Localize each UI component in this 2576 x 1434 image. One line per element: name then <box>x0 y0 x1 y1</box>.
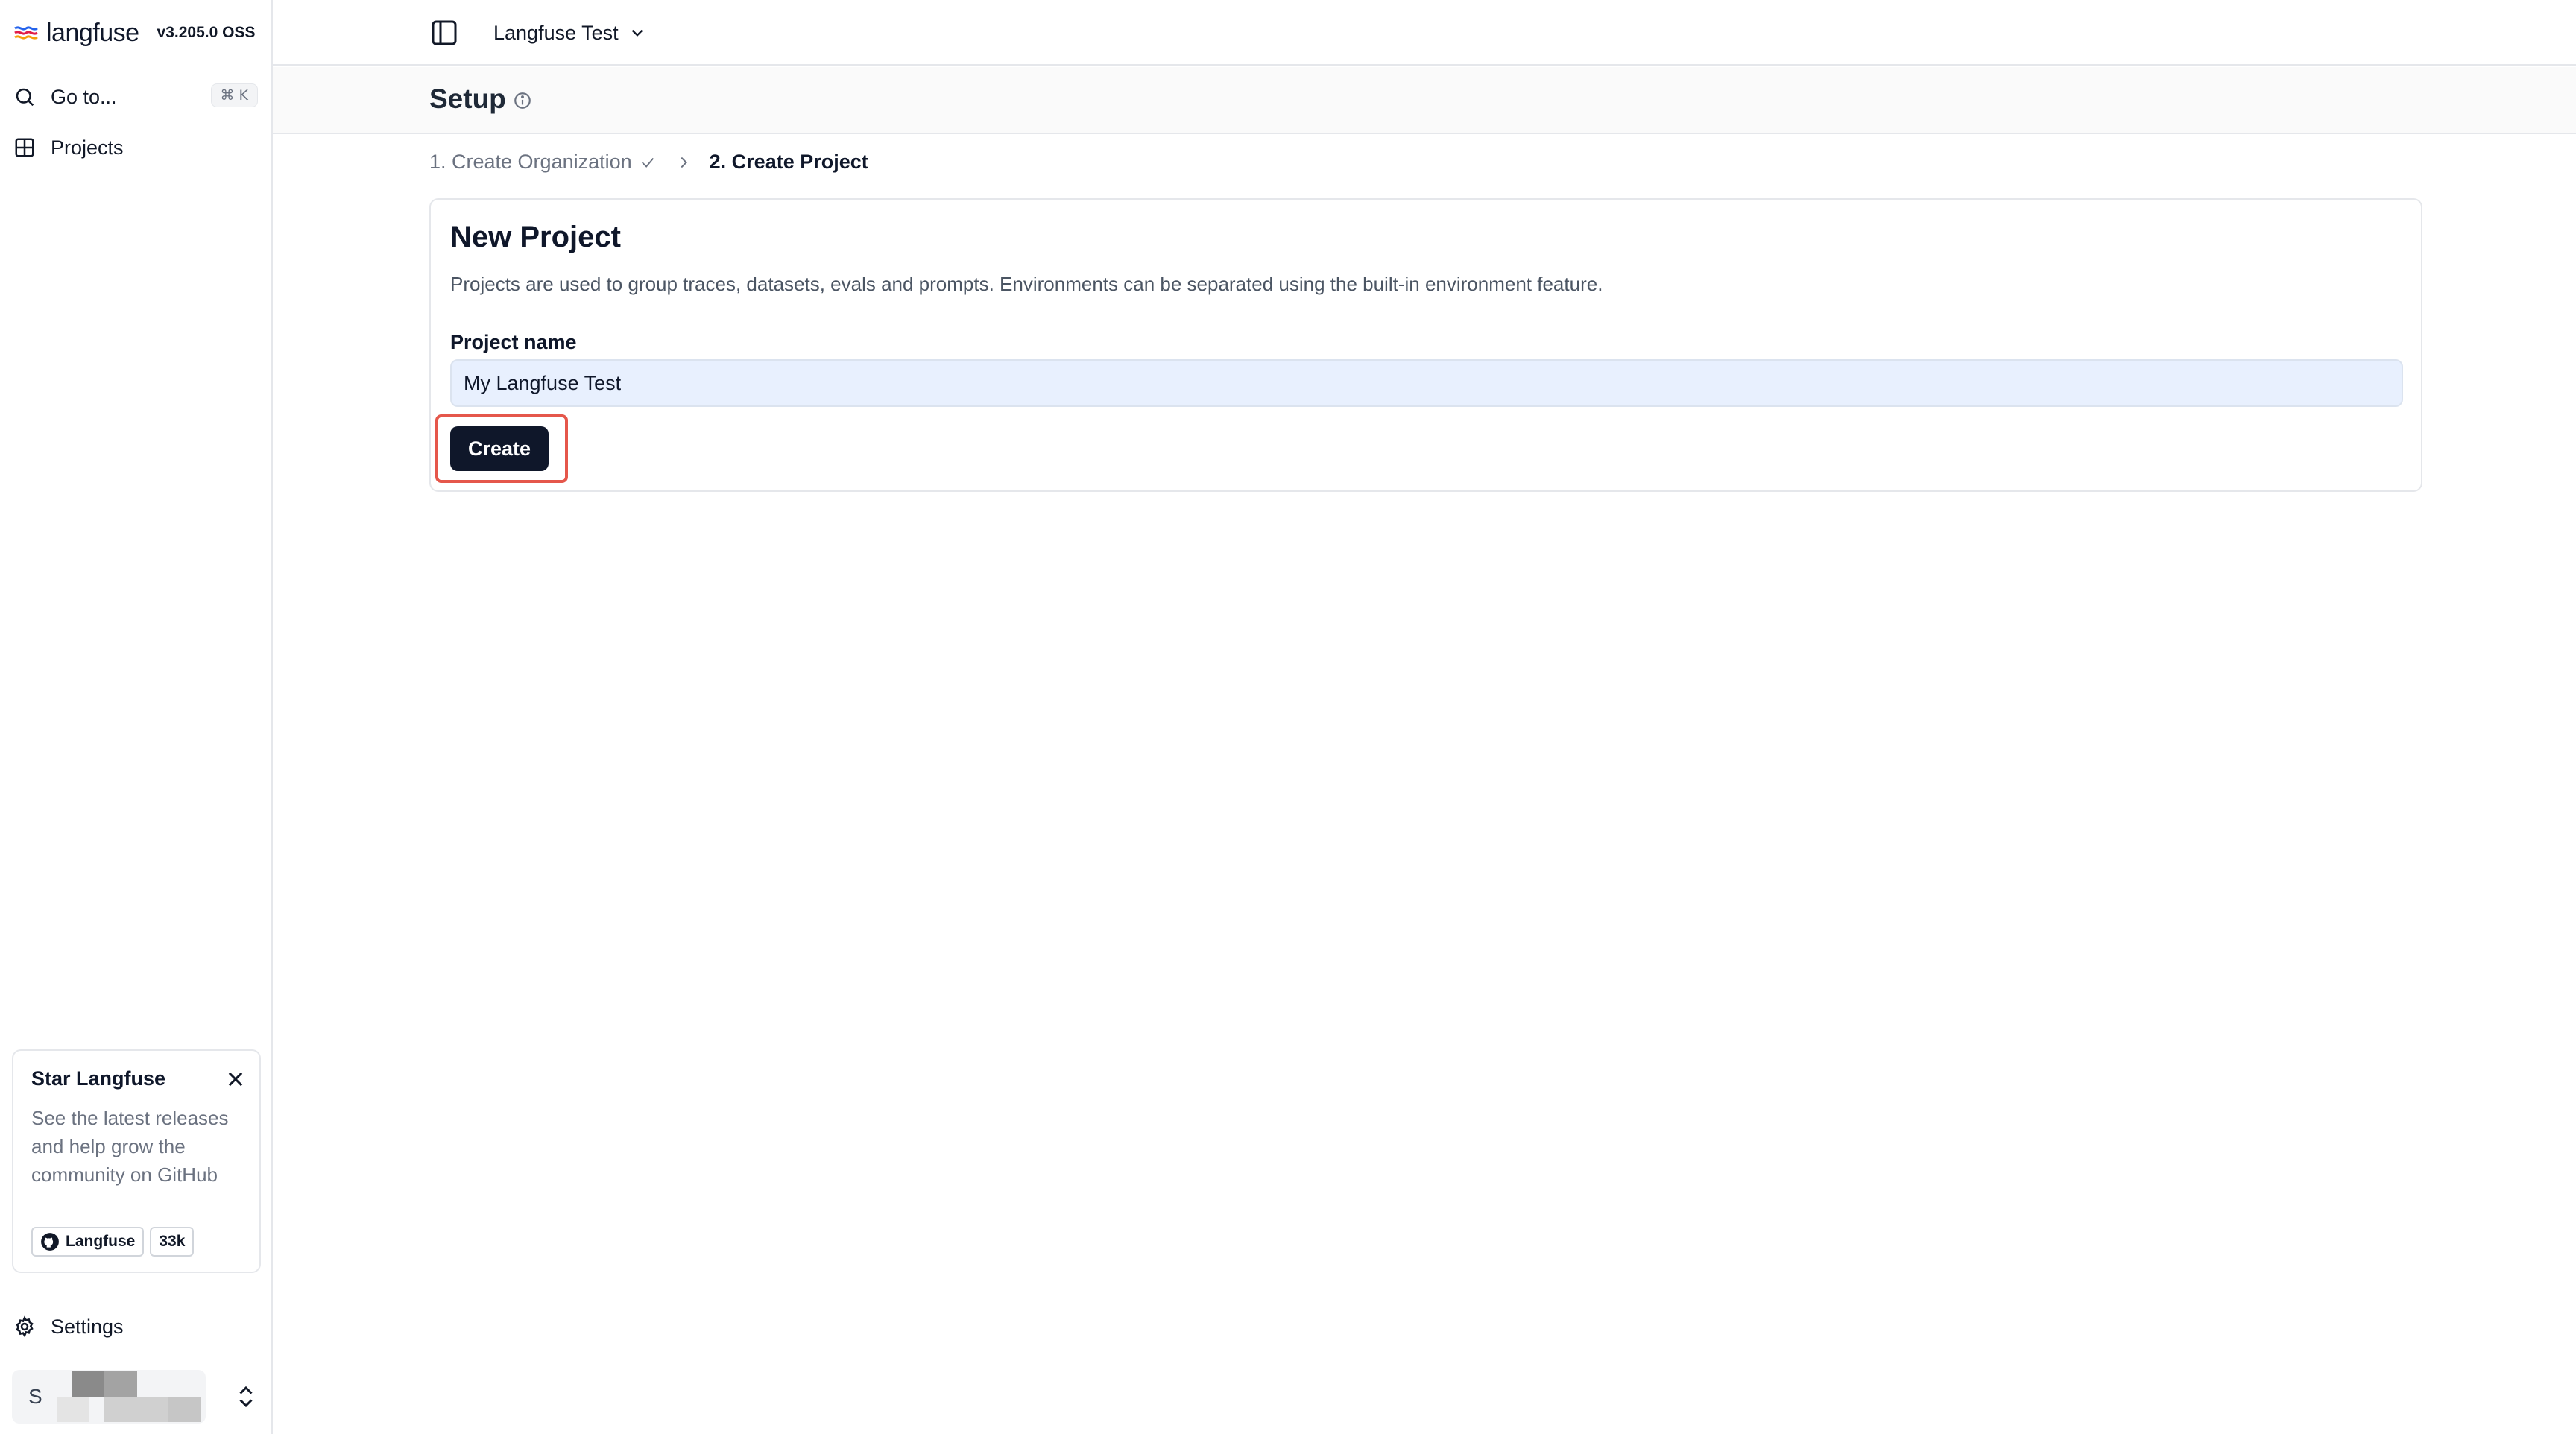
github-label: Langfuse <box>66 1233 136 1250</box>
chevron-down-icon <box>631 29 643 37</box>
brand[interactable]: langfuse v3.205.0 OSS <box>13 15 255 51</box>
sidebar-item-label: Projects <box>51 136 124 159</box>
avatar-initial: S <box>28 1385 42 1408</box>
project-name-label: Project name <box>450 331 577 353</box>
sidebar-item-label: Settings <box>51 1315 124 1338</box>
brand-name: langfuse <box>46 18 139 47</box>
new-project-card: New Project Projects are used to group t… <box>429 198 2422 492</box>
step-create-organization[interactable]: 1. Create Organization <box>429 151 632 174</box>
sidebar-item-settings[interactable]: Settings <box>13 1306 258 1348</box>
github-icon <box>41 1233 59 1251</box>
chevron-right-icon <box>681 157 687 168</box>
close-icon[interactable] <box>225 1069 246 1090</box>
github-star-button[interactable]: Langfuse <box>31 1227 145 1257</box>
card-description: Projects are used to group traces, datas… <box>450 273 1603 295</box>
sidebar-toggle-icon[interactable] <box>429 18 459 48</box>
version-badge: v3.205.0 OSS <box>157 24 256 41</box>
star-langfuse-card: Star Langfuse See the latest releases an… <box>12 1049 261 1273</box>
star-card-text: See the latest releases and help grow th… <box>31 1107 229 1186</box>
goto-search-button[interactable]: Go to... ⌘ K <box>13 76 258 118</box>
star-card-title: Star Langfuse <box>31 1067 166 1090</box>
card-title: New Project <box>450 221 621 253</box>
check-icon <box>641 157 654 168</box>
main-content: Langfuse Test Setup 1. Create Organizati… <box>273 0 2576 1434</box>
sidebar-item-projects[interactable]: Projects <box>13 127 258 168</box>
user-menu-button[interactable]: S <box>12 1370 259 1424</box>
github-star-widget: Langfuse 33k <box>31 1227 195 1257</box>
star-count[interactable]: 33k <box>150 1227 195 1257</box>
create-button[interactable]: Create <box>450 426 549 471</box>
project-name: Langfuse Test <box>493 21 619 44</box>
app-root: langfuse v3.205.0 OSS Go to... ⌘ K Proje… <box>0 0 2576 1434</box>
goto-label: Go to... <box>51 85 117 108</box>
grid-icon <box>15 138 34 157</box>
breadcrumb: 1. Create Organization 2. Create Project <box>429 151 868 174</box>
topbar: Langfuse Test <box>273 0 2576 66</box>
langfuse-logo-icon <box>14 26 38 40</box>
chevrons-up-down-icon <box>239 1386 253 1408</box>
page-title: Setup <box>429 83 506 114</box>
project-name-input[interactable] <box>450 359 2403 407</box>
page-header: Setup <box>273 67 2576 134</box>
search-icon <box>16 88 34 107</box>
project-switcher[interactable]: Langfuse Test <box>493 16 647 49</box>
info-icon[interactable] <box>513 91 532 110</box>
gear-icon <box>16 1315 34 1338</box>
step-create-project: 2. Create Project <box>709 151 868 173</box>
sidebar: langfuse v3.205.0 OSS Go to... ⌘ K Proje… <box>0 0 273 1434</box>
avatar: S <box>12 1370 206 1424</box>
shortcut-badge: ⌘ K <box>210 83 258 107</box>
